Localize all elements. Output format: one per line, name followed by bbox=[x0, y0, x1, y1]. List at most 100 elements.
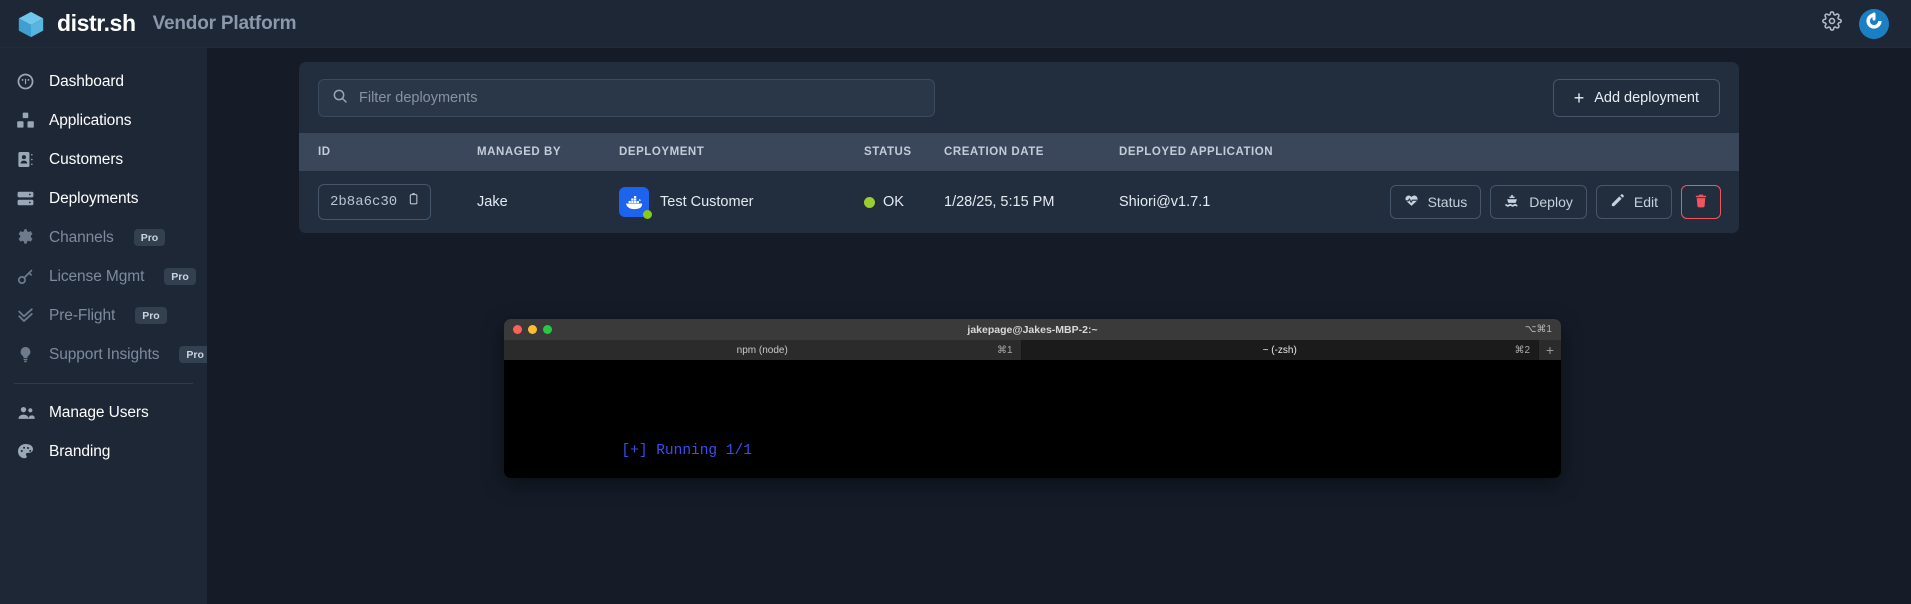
brand-subtitle: Vendor Platform bbox=[152, 12, 297, 34]
pro-badge: Pro bbox=[133, 229, 166, 246]
terminal-line: [+] Running 1/1 bbox=[517, 420, 1548, 478]
terminal-titlebar: jakepage@Jakes-MBP-2:~ ⌥⌘1 bbox=[504, 319, 1561, 340]
cube-icon bbox=[16, 9, 46, 39]
column-header-status: STATUS bbox=[864, 146, 912, 158]
cell-deployment: Test Customer bbox=[619, 187, 864, 219]
add-deployment-button[interactable]: + Add deployment bbox=[1552, 79, 1720, 117]
boxes-icon bbox=[15, 110, 36, 131]
online-status-dot bbox=[643, 210, 652, 219]
check-chevrons-icon bbox=[15, 305, 36, 326]
sidebar: Dashboard Applications Customers Deploym… bbox=[0, 48, 211, 604]
column-header-managed-by: MANAGED BY bbox=[477, 146, 562, 158]
terminal-title: jakepage@Jakes-MBP-2:~ bbox=[967, 323, 1098, 336]
deployment-name: Test Customer bbox=[660, 194, 754, 210]
pencil-icon bbox=[1610, 193, 1625, 211]
main-content: + Add deployment ID MANAGED BY DEPLOYMEN… bbox=[207, 48, 1911, 604]
minimize-icon[interactable] bbox=[528, 325, 537, 334]
sidebar-item-manage-users[interactable]: Manage Users bbox=[0, 393, 207, 432]
key-icon bbox=[15, 266, 36, 287]
terminal-tab-label: npm (node) bbox=[736, 344, 788, 356]
topbar-actions bbox=[1821, 8, 1889, 39]
cell-status: OK bbox=[864, 194, 944, 210]
brand[interactable]: distr.sh Vendor Platform bbox=[16, 9, 297, 39]
terminal-title-shortcut: ⌥⌘1 bbox=[1524, 324, 1552, 335]
cell-actions: Status Deploy Edit bbox=[1369, 185, 1739, 219]
sidebar-item-pre-flight[interactable]: Pre-Flight Pro bbox=[0, 296, 207, 335]
edit-button-label: Edit bbox=[1633, 194, 1658, 210]
search-icon bbox=[332, 88, 348, 109]
search-input[interactable] bbox=[359, 90, 922, 106]
server-icon bbox=[15, 188, 36, 209]
deploy-button-label: Deploy bbox=[1529, 194, 1573, 210]
sidebar-item-deployments[interactable]: Deployments bbox=[0, 179, 207, 218]
user-avatar-icon bbox=[1861, 8, 1887, 39]
contact-icon bbox=[15, 149, 36, 170]
plus-icon: + bbox=[1573, 88, 1585, 108]
cell-managed-by: Jake bbox=[477, 194, 508, 210]
table-row: 2b8a6c30 Jake Test Customer OK 1/28/25, … bbox=[299, 171, 1739, 233]
terminal-line-text: [+] Running 1/1 bbox=[621, 443, 752, 460]
gear-icon bbox=[1822, 11, 1842, 36]
sidebar-item-label: Manage Users bbox=[49, 403, 149, 421]
cell-creation-date: 1/28/25, 5:15 PM bbox=[944, 194, 1055, 210]
sidebar-item-customers[interactable]: Customers bbox=[0, 140, 207, 179]
status-button[interactable]: Status bbox=[1389, 185, 1482, 219]
terminal-tab-shortcut: ⌘2 bbox=[1514, 344, 1530, 356]
terminal-tab-shortcut: ⌘1 bbox=[996, 344, 1013, 356]
sidebar-item-dashboard[interactable]: Dashboard bbox=[0, 62, 207, 101]
sidebar-item-branding[interactable]: Branding bbox=[0, 432, 207, 471]
brand-name: distr.sh bbox=[57, 10, 136, 36]
sidebar-item-label: Channels bbox=[49, 228, 114, 246]
sidebar-item-license-mgmt[interactable]: License Mgmt Pro bbox=[0, 257, 207, 296]
terminal-body[interactable]: [+] Running 1/1 ✔ Container distr-agent-… bbox=[504, 360, 1561, 478]
users-icon bbox=[15, 402, 36, 423]
cell-deployed-application: Shiori@v1.7.1 bbox=[1119, 194, 1211, 210]
sidebar-divider bbox=[14, 383, 193, 384]
sidebar-item-label: Dashboard bbox=[49, 72, 124, 90]
sidebar-item-applications[interactable]: Applications bbox=[0, 101, 207, 140]
user-avatar-button[interactable] bbox=[1859, 8, 1889, 39]
body: Dashboard Applications Customers Deploym… bbox=[0, 48, 1911, 604]
sidebar-item-label: Pre-Flight bbox=[49, 306, 116, 324]
deployment-id-text: 2b8a6c30 bbox=[330, 194, 398, 210]
heart-pulse-icon bbox=[1404, 193, 1419, 211]
gauge-icon bbox=[15, 71, 36, 92]
palette-icon bbox=[15, 441, 36, 462]
app-root: distr.sh Vendor Platform Dashboard Appli… bbox=[0, 0, 1911, 604]
deploy-button[interactable]: Deploy bbox=[1490, 185, 1587, 219]
sidebar-item-label: Deployments bbox=[49, 189, 139, 207]
ship-icon bbox=[1504, 193, 1520, 212]
sidebar-item-label: Support Insights bbox=[49, 345, 160, 363]
column-header-deployed-application: DEPLOYED APPLICATION bbox=[1119, 146, 1274, 158]
terminal-tab-npm[interactable]: npm (node) ⌘1 bbox=[504, 340, 1022, 360]
settings-button[interactable] bbox=[1821, 11, 1843, 36]
top-bar: distr.sh Vendor Platform bbox=[0, 0, 1911, 48]
table-header-row: ID MANAGED BY DEPLOYMENT STATUS CREATION… bbox=[299, 133, 1739, 171]
deployments-toolbar: + Add deployment bbox=[299, 62, 1739, 133]
terminal-tabs: npm (node) ⌘1 ~ (-zsh) ⌘2 + bbox=[504, 340, 1561, 360]
gear-icon bbox=[15, 227, 36, 248]
search-box[interactable] bbox=[318, 79, 936, 117]
status-badge-dot bbox=[864, 196, 875, 208]
terminal-scrollback-space bbox=[517, 370, 1548, 420]
terminal-tab-label: ~ (-zsh) bbox=[1262, 344, 1297, 356]
status-text: OK bbox=[883, 194, 904, 210]
sidebar-item-label: Branding bbox=[49, 442, 111, 460]
plus-icon[interactable]: + bbox=[1539, 340, 1561, 360]
column-header-creation-date: CREATION DATE bbox=[944, 146, 1044, 158]
docker-icon bbox=[619, 187, 652, 219]
copy-id-chip[interactable]: 2b8a6c30 bbox=[318, 184, 432, 220]
sidebar-item-label: License Mgmt bbox=[49, 267, 145, 285]
lightbulb-icon bbox=[15, 344, 36, 365]
close-icon[interactable] bbox=[513, 325, 522, 334]
window-controls bbox=[513, 325, 552, 334]
maximize-icon[interactable] bbox=[543, 325, 552, 334]
deployments-card: + Add deployment ID MANAGED BY DEPLOYMEN… bbox=[299, 62, 1739, 233]
edit-button[interactable]: Edit bbox=[1595, 185, 1672, 219]
column-header-deployment: DEPLOYMENT bbox=[619, 146, 705, 158]
terminal-tab-zsh[interactable]: ~ (-zsh) ⌘2 bbox=[1021, 340, 1539, 360]
sidebar-item-label: Applications bbox=[49, 111, 132, 129]
delete-button[interactable] bbox=[1681, 185, 1721, 219]
sidebar-item-support-insights[interactable]: Support Insights Pro bbox=[0, 335, 211, 374]
sidebar-item-channels[interactable]: Channels Pro bbox=[0, 218, 207, 257]
